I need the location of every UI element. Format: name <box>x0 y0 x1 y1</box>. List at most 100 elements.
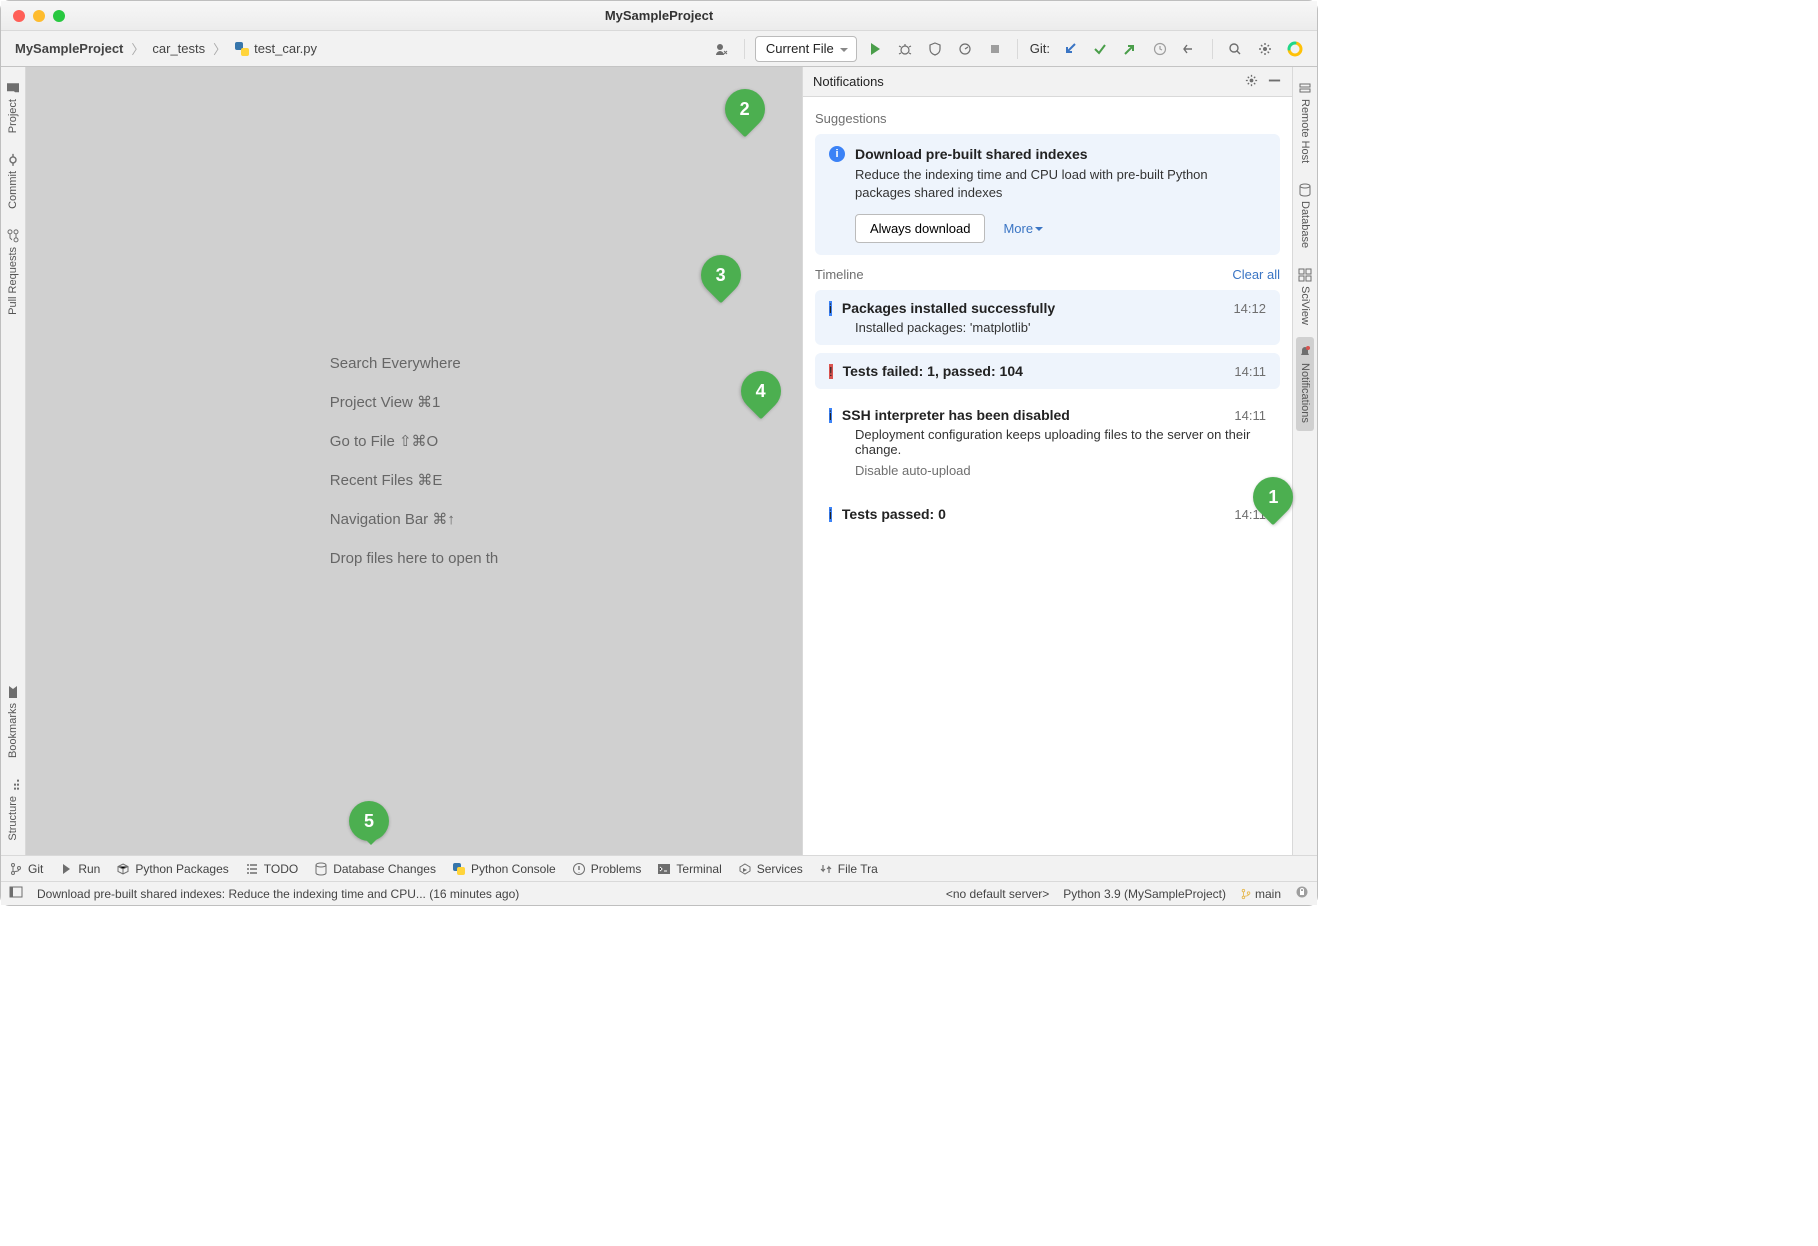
python-file-icon <box>234 41 250 57</box>
notifications-header: Notifications <box>803 67 1292 97</box>
timeline-section-label: Timeline Clear all <box>815 267 1280 282</box>
status-bar: Download pre-built shared indexes: Reduc… <box>1 881 1317 905</box>
tool-terminal[interactable]: Terminal <box>657 862 721 876</box>
tool-window-quick-access-icon[interactable] <box>9 885 23 902</box>
tool-problems[interactable]: Problems <box>572 862 642 876</box>
clear-all-link[interactable]: Clear all <box>1232 267 1280 282</box>
editor-area[interactable]: Search Everywhere Project View ⌘1 Go to … <box>26 67 802 855</box>
tool-database[interactable]: Database <box>1296 175 1314 256</box>
timeline-item-action[interactable]: Disable auto-upload <box>855 463 1266 478</box>
folder-icon <box>6 81 20 95</box>
timeline-item-time: 14:12 <box>1233 301 1266 316</box>
breadcrumb-project[interactable]: MySampleProject <box>11 39 127 58</box>
bookmark-icon <box>6 685 20 699</box>
tool-bookmarks[interactable]: Bookmarks <box>4 677 22 766</box>
profile-button[interactable] <box>953 37 977 61</box>
tool-file-transfer[interactable]: File Tra <box>819 862 878 876</box>
timeline-item-title: SSH interpreter has been disabled <box>842 407 1225 423</box>
notifications-panel: Notifications Suggestions i Download pre… <box>802 67 1292 855</box>
tip-navbar: Navigation Bar ⌘↑ <box>330 500 498 539</box>
chevron-right-icon: 〉 <box>131 39 144 58</box>
sciview-icon <box>1298 268 1312 282</box>
python-icon <box>452 862 466 876</box>
tool-run[interactable]: Run <box>59 862 100 876</box>
timeline-item[interactable]: i Packages installed successfully 14:12 … <box>815 290 1280 345</box>
commit-icon <box>6 153 20 167</box>
coverage-button[interactable] <box>923 37 947 61</box>
info-icon: i <box>829 301 832 316</box>
timeline-item-title: Tests failed: 1, passed: 104 <box>843 363 1225 379</box>
info-icon: i <box>829 408 832 423</box>
database-icon <box>314 862 328 876</box>
tool-project[interactable]: Project <box>4 73 22 141</box>
timeline-item-time: 14:11 <box>1234 364 1266 379</box>
tool-python-console[interactable]: Python Console <box>452 862 556 876</box>
timeline-item-title: Tests passed: 0 <box>842 506 1225 522</box>
titlebar: MySampleProject <box>1 1 1317 31</box>
breadcrumb-file[interactable]: test_car.py <box>230 39 321 59</box>
timeline-item[interactable]: ! Tests failed: 1, passed: 104 14:11 <box>815 353 1280 389</box>
git-update-button[interactable] <box>1058 37 1082 61</box>
tool-structure[interactable]: Structure <box>4 770 22 849</box>
status-server[interactable]: <no default server> <box>946 887 1049 901</box>
tool-notifications[interactable]: Notifications <box>1296 337 1314 431</box>
left-tool-gutter: Project Commit Pull Requests Bookmarks S… <box>1 67 26 855</box>
always-download-button[interactable]: Always download <box>855 214 985 243</box>
chevron-right-icon: 〉 <box>213 39 226 58</box>
status-python[interactable]: Python 3.9 (MySampleProject) <box>1063 887 1226 901</box>
timeline-item-desc: Deployment configuration keeps uploading… <box>855 427 1266 457</box>
run-config-selector[interactable]: Current File <box>755 36 857 62</box>
debug-button[interactable] <box>893 37 917 61</box>
info-icon: i <box>829 146 845 162</box>
timeline-item-desc: Installed packages: 'matplotlib' <box>855 320 1266 335</box>
bell-icon <box>1298 345 1312 359</box>
tool-todo[interactable]: TODO <box>245 862 298 876</box>
tool-sciview[interactable]: SciView <box>1296 260 1314 333</box>
remote-host-icon <box>1298 81 1312 95</box>
database-icon <box>1298 183 1312 197</box>
rollback-button[interactable] <box>1178 37 1202 61</box>
timeline-item[interactable]: i SSH interpreter has been disabled 14:1… <box>815 397 1280 488</box>
timeline-item[interactable]: i Tests passed: 0 14:11 <box>815 496 1280 532</box>
stop-button[interactable] <box>983 37 1007 61</box>
settings-button[interactable] <box>1253 37 1277 61</box>
tool-database-changes[interactable]: Database Changes <box>314 862 436 876</box>
code-with-me-icon[interactable] <box>710 37 734 61</box>
info-icon: i <box>829 507 832 522</box>
search-button[interactable] <box>1223 37 1247 61</box>
window-title: MySampleProject <box>1 8 1317 23</box>
suggestion-card: i Download pre-built shared indexes Redu… <box>815 134 1280 255</box>
warning-icon <box>572 862 586 876</box>
tool-remote-host[interactable]: Remote Host <box>1296 73 1314 171</box>
main-area: Project Commit Pull Requests Bookmarks S… <box>1 67 1317 855</box>
breadcrumb-folder[interactable]: car_tests <box>148 39 209 58</box>
status-message[interactable]: Download pre-built shared indexes: Reduc… <box>37 887 519 901</box>
tool-python-packages[interactable]: Python Packages <box>116 862 228 876</box>
gear-icon[interactable] <box>1244 73 1259 91</box>
notifications-body: Suggestions i Download pre-built shared … <box>803 97 1292 855</box>
tool-commit[interactable]: Commit <box>4 145 22 217</box>
minimize-icon[interactable] <box>1267 73 1282 91</box>
history-button[interactable] <box>1148 37 1172 61</box>
git-push-button[interactable] <box>1118 37 1142 61</box>
tip-goto-file: Go to File ⇧⌘O <box>330 422 498 461</box>
suggestion-desc: Reduce the indexing time and CPU load wi… <box>855 166 1266 202</box>
status-lock-icon[interactable] <box>1295 885 1309 902</box>
tip-drop: Drop files here to open th <box>330 539 498 578</box>
toolbar: MySampleProject 〉 car_tests 〉 test_car.p… <box>1 31 1317 67</box>
ide-logo-icon[interactable] <box>1283 37 1307 61</box>
timeline-item-time: 14:11 <box>1234 408 1266 423</box>
tool-git[interactable]: Git <box>9 862 43 876</box>
git-commit-button[interactable] <box>1088 37 1112 61</box>
error-icon: ! <box>829 364 833 379</box>
suggestion-title: Download pre-built shared indexes <box>855 146 1266 162</box>
tip-recent: Recent Files ⌘E <box>330 461 498 500</box>
services-icon <box>738 862 752 876</box>
more-link[interactable]: More <box>1003 221 1043 236</box>
pull-request-icon <box>6 229 20 243</box>
tool-pull-requests[interactable]: Pull Requests <box>4 221 22 323</box>
run-button[interactable] <box>863 37 887 61</box>
status-branch[interactable]: main <box>1240 887 1281 901</box>
tool-services[interactable]: Services <box>738 862 803 876</box>
terminal-icon <box>657 862 671 876</box>
